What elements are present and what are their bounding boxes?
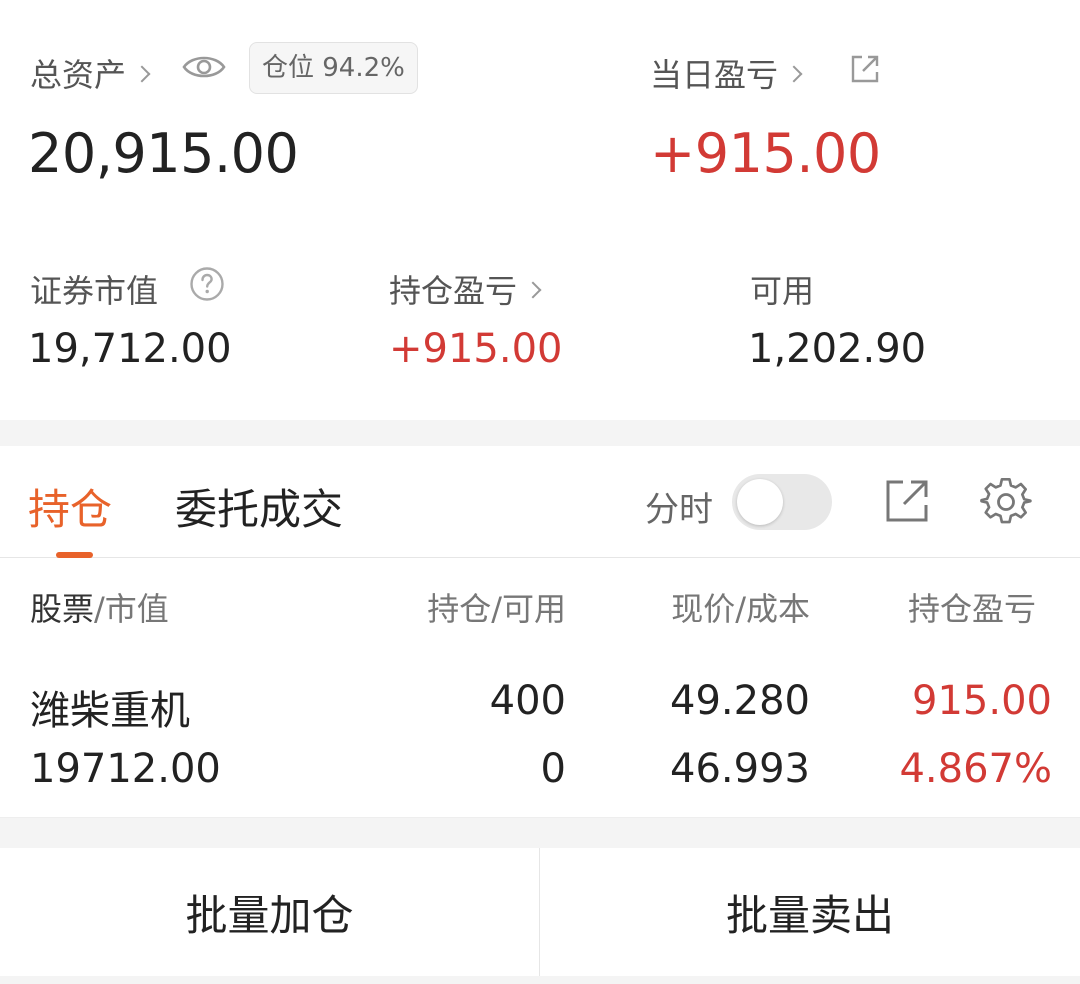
batch-sell-button[interactable]: 批量卖出 (540, 848, 1080, 976)
total-assets-value: 20,915.00 (28, 122, 299, 185)
col-pnl-header[interactable]: 持仓盈亏 (908, 584, 1036, 630)
help-circle-icon[interactable] (189, 266, 225, 302)
col-price-header[interactable]: 现价/成本 (671, 584, 810, 630)
stock-market-value: 19712.00 (30, 746, 221, 792)
row-pnl-percent: 4.867% (899, 746, 1052, 792)
table-row[interactable]: 潍柴重机 19712.00 400 0 49.280 46.993 915.00… (0, 650, 1080, 818)
tab-orders-trades[interactable]: 委托成交 (175, 476, 343, 537)
available-label: 可用 (750, 272, 815, 310)
batch-actions-bar: 批量加仓 批量卖出 (0, 848, 1080, 976)
available-qty: 0 (540, 746, 566, 792)
account-summary: 总资产 仓位 94.2% 20,915.00 当日盈亏 +915.00 证券市值… (0, 0, 1080, 420)
batch-add-button[interactable]: 批量加仓 (0, 848, 540, 976)
available-value: 1,202.90 (748, 326, 927, 372)
daily-pnl-value: +915.00 (650, 122, 881, 185)
daily-pnl-label: 当日盈亏 (650, 56, 779, 94)
col-stock-label: 股票 (30, 590, 95, 628)
bottom-divider (0, 976, 1080, 984)
holding-qty: 400 (489, 678, 566, 724)
external-link-icon[interactable] (848, 52, 882, 86)
total-assets-link[interactable]: 总资产 (30, 50, 151, 96)
stock-name: 潍柴重机 (30, 688, 190, 734)
external-link-icon[interactable] (884, 478, 930, 524)
eye-icon[interactable] (182, 52, 226, 82)
market-value-label: 证券市值 (30, 272, 159, 310)
chevron-right-icon (785, 65, 803, 83)
holdings-table-header: 股票/市值 持仓/可用 现价/成本 持仓盈亏 (0, 558, 1080, 650)
market-value: 19,712.00 (28, 326, 232, 372)
section-divider (0, 420, 1080, 446)
col-qty-header[interactable]: 持仓/可用 (427, 584, 566, 630)
position-ratio-badge: 仓位 94.2% (249, 42, 418, 94)
total-assets-label: 总资产 (30, 56, 127, 94)
tab-holdings[interactable]: 持仓 (28, 476, 112, 537)
holding-pnl-link[interactable]: 持仓盈亏 (389, 266, 542, 312)
tab-bar: 持仓 委托成交 分时 (0, 446, 1080, 558)
section-divider (0, 818, 1080, 848)
intraday-toggle-label: 分时 (645, 490, 713, 530)
holding-pnl-label: 持仓盈亏 (389, 272, 518, 310)
intraday-toggle[interactable] (732, 474, 832, 530)
toggle-knob (737, 479, 783, 525)
cost-price: 46.993 (670, 746, 810, 792)
chevron-right-icon (133, 65, 151, 83)
holding-pnl-value: +915.00 (389, 326, 563, 372)
col-market-value-label: /市值 (94, 590, 169, 628)
daily-pnl-link[interactable]: 当日盈亏 (650, 50, 803, 96)
current-price: 49.280 (670, 678, 810, 724)
gear-icon[interactable] (980, 476, 1032, 528)
col-stock-header[interactable]: 股票/市值 (30, 584, 169, 630)
row-pnl-value: 915.00 (912, 678, 1052, 724)
chevron-right-icon (524, 281, 542, 299)
